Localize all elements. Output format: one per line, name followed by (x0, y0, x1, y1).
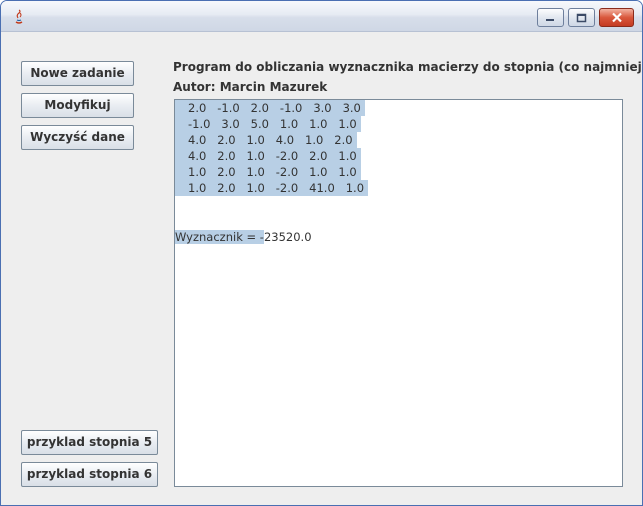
minimize-icon (546, 18, 554, 21)
determinant-label: Wyznacznik = - (175, 230, 264, 244)
determinant-value: 23520.0 (263, 230, 312, 244)
maximize-icon (576, 13, 587, 22)
maximize-button[interactable] (568, 8, 595, 27)
matrix-row: 1.0 2.0 1.0 -2.0 41.0 1.0 (175, 180, 369, 196)
example-degree-5-button[interactable]: przyklad stopnia 5 (21, 430, 158, 455)
close-icon (611, 12, 622, 23)
content-panel: Nowe zadanie Modyfikuj Wyczyść dane przy… (1, 32, 642, 505)
app-window: Nowe zadanie Modyfikuj Wyczyść dane przy… (0, 0, 643, 506)
new-task-button[interactable]: Nowe zadanie (21, 61, 134, 86)
program-title: Program do obliczania wyznacznika macier… (173, 60, 643, 74)
minimize-button[interactable] (537, 8, 564, 27)
clear-data-button[interactable]: Wyczyść dane (21, 125, 134, 150)
matrix-text-area[interactable]: 2.0 -1.0 2.0 -1.0 3.0 3.0 -1.0 3.0 5.0 1… (174, 99, 623, 487)
example-degree-6-button[interactable]: przyklad stopnia 6 (21, 462, 158, 487)
matrix-row: 4.0 2.0 1.0 -2.0 2.0 1.0 (175, 148, 361, 164)
determinant-result: Wyznacznik = -23520.0 (175, 229, 312, 245)
matrix-row: 1.0 2.0 1.0 -2.0 1.0 1.0 (175, 164, 361, 180)
java-app-icon[interactable] (11, 9, 27, 25)
matrix-block: 2.0 -1.0 2.0 -1.0 3.0 3.0 -1.0 3.0 5.0 1… (175, 100, 369, 196)
matrix-row: 2.0 -1.0 2.0 -1.0 3.0 3.0 (175, 100, 365, 116)
author-label: Autor: Marcin Mazurek (173, 80, 328, 94)
matrix-row: -1.0 3.0 5.0 1.0 1.0 1.0 (175, 116, 361, 132)
matrix-row: 4.0 2.0 1.0 4.0 1.0 2.0 (175, 132, 357, 148)
title-bar[interactable] (1, 1, 642, 32)
modify-button[interactable]: Modyfikuj (21, 93, 134, 118)
close-button[interactable] (599, 8, 634, 27)
